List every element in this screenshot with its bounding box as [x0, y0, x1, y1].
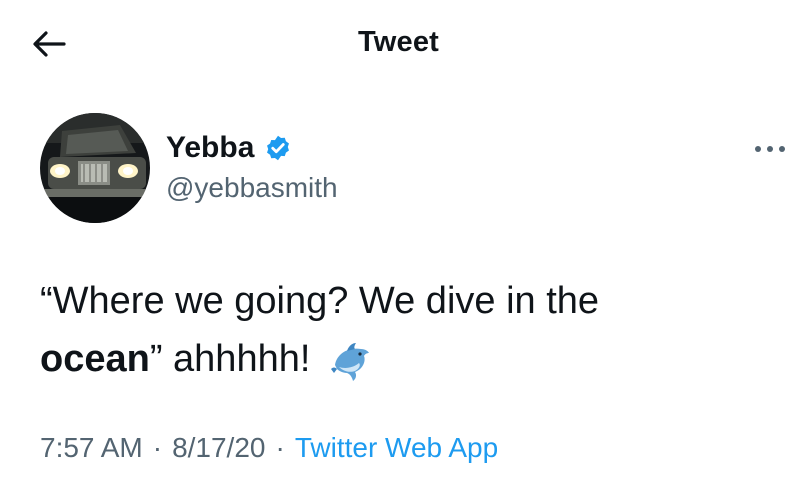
tweet-text-bold: ocean — [40, 338, 150, 380]
meta-separator: · — [152, 432, 163, 463]
tweet-source-link[interactable]: Twitter Web App — [295, 432, 498, 463]
tweet-text-part2: ” ahhhhh! — [149, 338, 311, 380]
author-display-name[interactable]: Yebba — [166, 131, 254, 165]
tweet-header: Tweet — [0, 0, 797, 92]
avatar[interactable] — [40, 113, 150, 223]
meta-separator: · — [275, 432, 285, 463]
author-handle[interactable]: @yebbasmith — [166, 172, 338, 204]
tweet-time[interactable]: 7:57 AM — [40, 432, 143, 463]
tweet-text-part1: “Where we going? We dive in the — [40, 280, 600, 322]
tweet-meta: 7:57 AM · 8/17/20 · Twitter Web App — [40, 432, 498, 464]
tweet-text: “Where we going? We dive in the ocean” a… — [40, 272, 780, 388]
verified-badge-icon — [267, 135, 290, 161]
dolphin-emoji — [330, 342, 369, 381]
tweet-date[interactable]: 8/17/20 — [172, 432, 265, 463]
more-options-button[interactable] — [750, 137, 790, 161]
ellipsis-icon — [755, 146, 785, 152]
car-photo-avatar — [40, 113, 150, 223]
author-name-row: Yebba — [166, 130, 292, 166]
page-title: Tweet — [357, 26, 440, 58]
